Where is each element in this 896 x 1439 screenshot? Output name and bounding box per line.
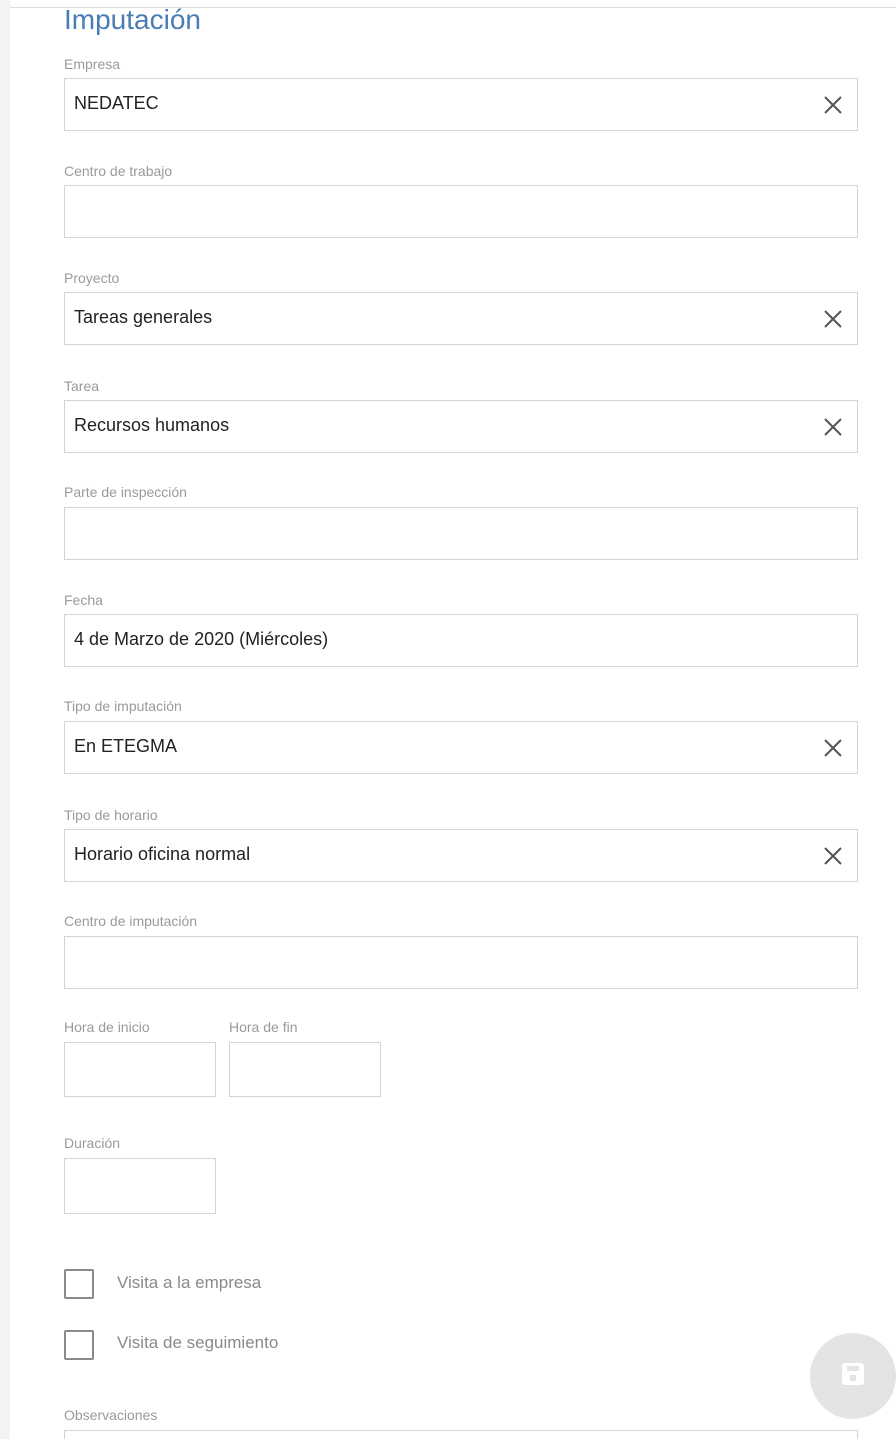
hora-inicio-label: Hora de inicio [64,1019,150,1035]
duracion-label: Duración [64,1135,121,1151]
observaciones-label: Observaciones [64,1407,158,1423]
tipo-imputacion-field[interactable]: En ETEGMA [64,721,858,774]
visita-empresa-label[interactable]: Visita a la empresa [117,1273,261,1293]
left-panel-edge [0,0,10,1439]
centro-trabajo-field[interactable] [64,185,858,238]
visita-seguimiento-label[interactable]: Visita de seguimiento [117,1333,278,1353]
tarea-value: Recursos humanos [74,415,230,435]
fecha-field[interactable]: 4 de Marzo de 2020 (Miércoles) [64,614,858,667]
tarea-label: Tarea [64,378,100,394]
tarea-field[interactable]: Recursos humanos [64,400,858,453]
proyecto-label: Proyecto [64,270,120,286]
centro-imputacion-field[interactable] [64,936,858,989]
visita-seguimiento-checkbox[interactable] [64,1330,94,1360]
tarea-clear-icon[interactable] [821,415,845,439]
tipo-imputacion-label: Tipo de imputación [64,698,182,714]
proyecto-field[interactable]: Tareas generales [64,292,858,345]
centro-imputacion-label: Centro de imputación [64,913,198,929]
parte-inspeccion-label: Parte de inspección [64,484,187,500]
tipo-horario-field[interactable]: Horario oficina normal [64,829,858,882]
tipo-horario-clear-icon[interactable] [821,844,845,868]
proyecto-value: Tareas generales [74,307,213,327]
hora-fin-input[interactable] [229,1042,381,1097]
empresa-clear-icon[interactable] [821,93,845,117]
proyecto-clear-icon[interactable] [821,307,845,331]
tipo-imputacion-clear-icon[interactable] [821,736,845,760]
hora-inicio-input[interactable] [64,1042,216,1097]
centro-trabajo-label: Centro de trabajo [64,163,173,179]
fecha-value: 4 de Marzo de 2020 (Miércoles) [74,629,329,649]
fecha-label: Fecha [64,592,103,608]
duracion-input[interactable] [64,1158,216,1214]
page-title: Imputación [64,4,201,35]
save-button[interactable] [810,1333,896,1419]
empresa-label: Empresa [64,56,121,72]
empresa-value: NEDATEC [74,93,159,113]
save-icon [840,1361,866,1392]
hora-fin-label: Hora de fin [229,1019,298,1035]
parte-inspeccion-field[interactable] [64,507,858,560]
tipo-horario-value: Horario oficina normal [74,844,251,864]
empresa-field[interactable]: NEDATEC [64,78,858,131]
imputacion-form-page: Imputación Empresa NEDATEC Centro de tra… [0,0,896,1439]
observaciones-textarea[interactable] [64,1430,858,1439]
tipo-horario-label: Tipo de horario [64,807,158,823]
visita-empresa-checkbox[interactable] [64,1269,94,1299]
tipo-imputacion-value: En ETEGMA [74,736,178,756]
